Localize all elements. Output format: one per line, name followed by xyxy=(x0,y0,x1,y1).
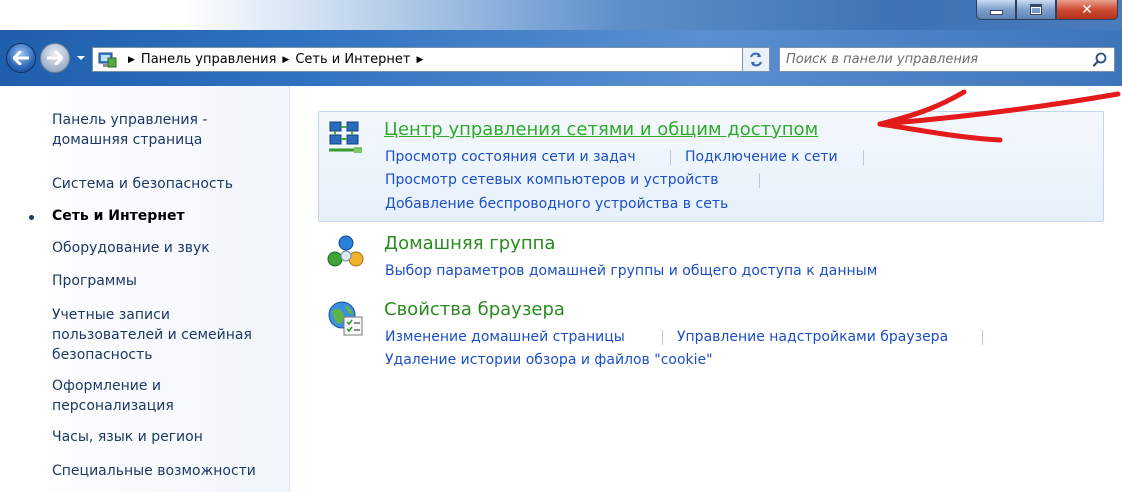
link-add-wireless-device[interactable]: Добавление беспроводного устройства в се… xyxy=(385,196,728,212)
close-button[interactable]: ✕ xyxy=(1056,0,1118,20)
minimize-button[interactable] xyxy=(976,0,1016,20)
breadcrumb-network-internet[interactable]: Сеть и Интернет xyxy=(295,52,410,67)
link-manage-addons[interactable]: Управление надстройками браузера xyxy=(677,329,948,345)
link-change-home-page[interactable]: Изменение домашней страницы xyxy=(385,329,625,345)
forward-button[interactable] xyxy=(40,43,70,73)
sidebar-item-programs[interactable]: Программы xyxy=(52,271,282,291)
sidebar-item-home[interactable]: Панель управления - домашняя страница xyxy=(52,110,282,150)
sidebar-item-user-accounts[interactable]: Учетные записи пользователей и семейная … xyxy=(52,305,277,365)
sidebar-item-system-security[interactable]: Система и безопасность xyxy=(52,174,282,194)
navigation-bar: ▶ Панель управления ▶ Сеть и Интернет ▶ … xyxy=(0,30,1122,86)
sidebar-item-appearance[interactable]: Оформление и персонализация xyxy=(52,376,212,416)
search-input[interactable] xyxy=(786,51,1076,68)
forward-arrow-icon xyxy=(47,51,63,65)
link-view-network-status[interactable]: Просмотр состояния сети и задач xyxy=(385,149,636,165)
active-item-bullet xyxy=(29,215,34,220)
left-navigation-pane: Панель управления - домашняя страница Си… xyxy=(0,86,290,492)
close-icon: ✕ xyxy=(1081,1,1093,18)
link-separator xyxy=(662,330,663,345)
link-view-network-computers[interactable]: Просмотр сетевых компьютеров и устройств xyxy=(385,172,718,188)
homegroup-icon[interactable] xyxy=(327,234,365,272)
category-title-network-center[interactable]: Центр управления сетями и общим доступом xyxy=(384,119,818,140)
network-center-icon[interactable] xyxy=(327,119,365,157)
annotation-arrow-icon xyxy=(877,89,1121,143)
maximize-icon xyxy=(1030,4,1042,15)
category-title-browser-properties[interactable]: Свойства браузера xyxy=(384,299,565,320)
sidebar-item-accessibility[interactable]: Специальные возможности xyxy=(52,461,282,481)
breadcrumb-arrow[interactable]: ▶ xyxy=(416,55,423,65)
address-bar[interactable]: ▶ Панель управления ▶ Сеть и Интернет ▶ … xyxy=(92,47,767,72)
link-connect-to-network[interactable]: Подключение к сети xyxy=(685,149,838,165)
search-box[interactable] xyxy=(779,47,1115,72)
browser-properties-icon[interactable] xyxy=(327,300,365,338)
link-separator xyxy=(759,173,760,188)
back-button[interactable] xyxy=(6,43,36,73)
refresh-button[interactable] xyxy=(742,47,770,72)
maximize-button[interactable] xyxy=(1016,0,1056,20)
refresh-icon xyxy=(742,47,770,72)
control-panel-icon xyxy=(98,52,117,67)
sidebar-item-hardware-sound[interactable]: Оборудование и звук xyxy=(52,238,282,258)
breadcrumb-arrow[interactable]: ▶ xyxy=(128,55,135,65)
breadcrumb-control-panel[interactable]: Панель управления xyxy=(141,52,277,67)
window-caption-buttons: ✕ xyxy=(976,0,1118,22)
minimize-icon xyxy=(989,10,1003,15)
link-separator xyxy=(982,330,983,345)
sidebar-item-network-internet[interactable]: Сеть и Интернет xyxy=(52,206,282,226)
category-title-homegroup[interactable]: Домашняя группа xyxy=(384,233,555,254)
search-icon[interactable] xyxy=(1093,52,1107,67)
recent-pages-dropdown[interactable] xyxy=(75,52,87,64)
link-homegroup-settings[interactable]: Выбор параметров домашней группы и общег… xyxy=(385,263,877,279)
sidebar-item-clock-language[interactable]: Часы, язык и регион xyxy=(52,427,282,447)
link-separator xyxy=(670,150,671,165)
link-delete-browsing-history[interactable]: Удаление истории обзора и файлов "cookie… xyxy=(385,352,713,368)
breadcrumb-arrow[interactable]: ▶ xyxy=(282,55,289,65)
back-arrow-icon xyxy=(13,51,29,65)
window-titlebar: ✕ xyxy=(0,0,1122,30)
